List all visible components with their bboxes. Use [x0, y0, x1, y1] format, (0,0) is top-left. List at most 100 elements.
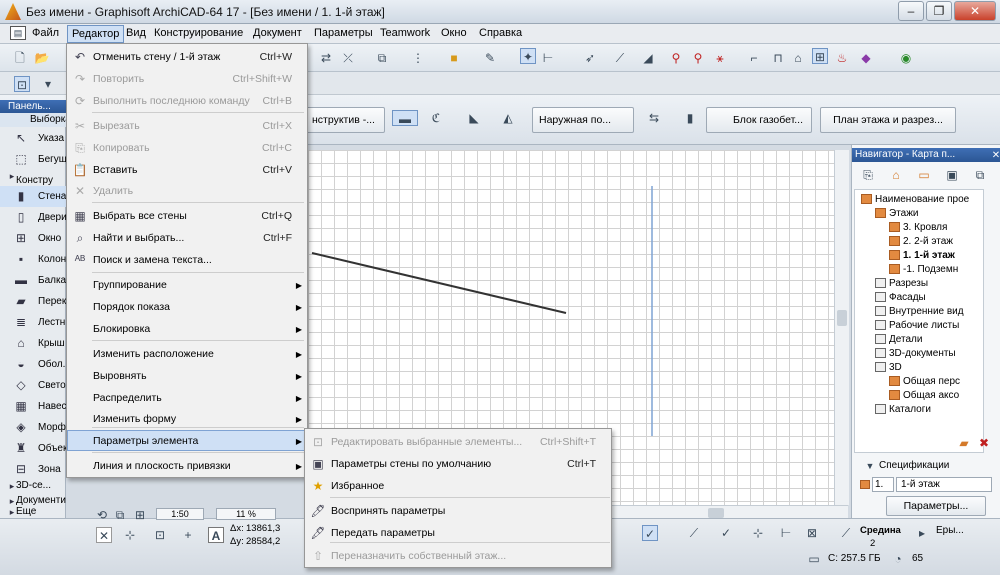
select-tab[interactable]: Выборка — [0, 113, 66, 127]
tool-door[interactable]: ▯ Двери — [0, 207, 66, 228]
guide-icon[interactable]: ⊡ — [152, 527, 168, 543]
edit-menu-item[interactable]: Распределить ▶ — [68, 388, 306, 409]
tree-item[interactable]: Разрезы — [875, 277, 928, 290]
menu-design[interactable]: Конструирование — [154, 27, 243, 39]
edit-menu-item[interactable]: Изменить расположение ▶ — [68, 344, 306, 365]
tree-item[interactable]: Внутренние вид — [875, 305, 964, 318]
tool-group[interactable]: ▸ Еще — [0, 506, 66, 518]
element-submenu-item[interactable]: 🖊 Воспринять параметры — [306, 501, 610, 522]
open-file-icon[interactable]: 📂 — [34, 50, 50, 66]
maximize-button[interactable]: ❐ — [926, 1, 952, 21]
tool-slab[interactable]: ▰ Перек — [0, 291, 66, 312]
nav-folder-icon[interactable]: ▭ — [916, 167, 932, 183]
tool-curtain-wall[interactable]: ▦ Навес — [0, 396, 66, 417]
spec-collapse-icon[interactable]: ▼ — [862, 458, 878, 474]
tool-marquee[interactable]: ⬚ Бегущ — [0, 149, 66, 170]
tree-item[interactable]: -1. Подземн — [889, 263, 958, 276]
nav-publisher-icon[interactable]: ⧉ — [972, 167, 988, 183]
close-button[interactable]: ✕ — [954, 1, 996, 21]
edit-menu-item[interactable]: ⎘ Копировать Ctrl+C — [68, 138, 306, 159]
material-selector[interactable]: Блок газобет... — [706, 107, 812, 133]
nav-fwd-icon[interactable]: ⧉ — [112, 507, 128, 523]
nav-project-icon[interactable]: ⌂ — [888, 167, 904, 183]
tool-morph[interactable]: ◈ Морф — [0, 417, 66, 438]
tool-shell[interactable]: ◒ Обол. — [0, 354, 66, 375]
story-name-field[interactable]: 1-й этаж — [896, 477, 992, 492]
new-folder-icon[interactable]: ▰ — [956, 435, 972, 451]
grid-snap-icon[interactable]: ⋮ — [410, 50, 426, 66]
tree-item[interactable]: Общая аксо — [889, 389, 959, 402]
tool-3d-mesh[interactable]: ▸ 3D-се... — [0, 480, 66, 492]
minimize-button[interactable]: – — [898, 1, 924, 21]
wall-geometry-icon[interactable]: ▬ — [392, 110, 418, 126]
edit-menu-item[interactable]: Параметры элемента ▶ — [67, 430, 307, 451]
cancel-icon[interactable]: ✕ — [96, 527, 112, 543]
teamwork-icon[interactable]: ◉ — [898, 50, 914, 66]
pencil-icon[interactable]: ✎ — [482, 50, 498, 66]
edit-menu-item[interactable]: ↶ Отменить стену / 1-й этаж Ctrl+W — [68, 47, 306, 68]
pin-icon[interactable]: ⚲ — [668, 50, 684, 66]
tree-item[interactable]: Детали — [875, 333, 922, 346]
abs-coord-icon[interactable]: A — [208, 527, 224, 543]
line-icon[interactable]: ⟋ — [612, 50, 628, 66]
edit-menu-item[interactable]: ⌕ Найти и выбрать... Ctrl+F — [68, 228, 306, 249]
floor-plan-icon[interactable]: ⊞ — [812, 48, 828, 64]
tool-zone[interactable]: ⊟ Зона — [0, 459, 66, 480]
navigator-close-icon[interactable]: ✕ — [988, 148, 1000, 164]
nav-layout-icon[interactable]: ▣ — [944, 167, 960, 183]
zoom-display[interactable]: 11 % — [216, 508, 276, 520]
wall-profile-icon[interactable]: ▮ — [682, 110, 698, 126]
trace-icon[interactable]: ⤫ — [340, 50, 356, 66]
element-submenu-item[interactable]: ▣ Параметры стены по умолчанию Ctrl+T — [306, 454, 610, 475]
edit-menu-item[interactable]: ⟳ Выполнить последнюю команду Ctrl+B — [68, 91, 306, 112]
tree-item[interactable]: 1. 1-й этаж — [889, 249, 955, 262]
tool-arrow[interactable]: ↖ Указа — [0, 128, 66, 149]
surface-swap-icon[interactable]: ⇆ — [646, 110, 662, 126]
layer-icon[interactable]: ⧉ — [374, 50, 390, 66]
edit-menu-item[interactable]: ✕ Удалить — [68, 181, 306, 202]
coord-plus-icon[interactable]: + — [180, 527, 196, 543]
menu-help[interactable]: Справка — [479, 27, 522, 39]
element-submenu-item[interactable]: ⊡ Редактировать выбранные элементы... Ctrl… — [306, 432, 610, 453]
tool-beam[interactable]: ▬ Балка — [0, 270, 66, 291]
snap-grid-icon[interactable]: ⊹ — [122, 527, 138, 543]
edit-menu-item[interactable]: Блокировка ▶ — [68, 319, 306, 340]
align-icon[interactable]: ⊓ — [770, 50, 786, 66]
offset-icon[interactable]: ⚹ — [712, 50, 728, 66]
edit-menu-item[interactable]: ᴬᴮ Поиск и замена текста... — [68, 250, 306, 271]
dimension-icon[interactable]: ⊢ — [540, 50, 556, 66]
ruler-icon[interactable]: ⟋ — [838, 525, 854, 541]
scale-display[interactable]: 1:50 — [156, 508, 204, 520]
edit-menu-item[interactable]: ↷ Повторить Ctrl+Shift+W — [68, 69, 306, 90]
tree-item[interactable]: 3D-документы — [875, 347, 956, 360]
tool-object[interactable]: ♜ Объек — [0, 438, 66, 459]
tool-roof[interactable]: ⌂ Крыш — [0, 333, 66, 354]
fill-icon[interactable]: ■ — [446, 50, 462, 66]
menu-edit[interactable]: Редактор — [67, 25, 125, 43]
view-mode-button[interactable]: План этажа и разрез... — [820, 107, 956, 133]
wall-slant-icon[interactable]: ◣ — [466, 110, 482, 126]
plus-snap-icon[interactable]: ⊹ — [750, 525, 766, 541]
tree-item[interactable]: Этажи — [875, 207, 919, 220]
element-submenu-item[interactable]: 🖋 Передать параметры — [306, 523, 610, 544]
tool-wall[interactable]: ▮ Стена — [0, 186, 66, 207]
tree-item[interactable]: Рабочие листы — [875, 319, 959, 332]
menu-view[interactable]: Вид — [126, 27, 146, 39]
element-submenu-item[interactable]: ★ Избранное — [306, 476, 610, 497]
3d-view-icon[interactable]: ◆ — [858, 50, 874, 66]
tree-item[interactable]: 2. 2-й этаж — [889, 235, 953, 248]
edit-menu-item[interactable]: ✂ Вырезать Ctrl+X — [68, 116, 306, 137]
menu-document[interactable]: Документ — [253, 27, 302, 39]
edit-menu-item[interactable]: Выровнять ▶ — [68, 366, 306, 387]
nav-map-icon[interactable]: ⎘ — [860, 167, 876, 183]
hscroll-thumb[interactable] — [708, 508, 724, 518]
menu-teamwork[interactable]: Teamwork — [380, 27, 430, 39]
new-file-icon[interactable]: 🗋 — [12, 50, 28, 66]
menu-file[interactable]: Файл — [32, 27, 59, 39]
delete-view-icon[interactable]: ✖ — [976, 435, 992, 451]
tool-column[interactable]: ▪ Колон — [0, 249, 66, 270]
info-box-dropdown-icon[interactable]: ▾ — [40, 76, 56, 92]
tool-window[interactable]: ⊞ Окно — [0, 228, 66, 249]
penset-arrow-icon[interactable]: ▸ — [914, 525, 930, 541]
zoom-fit-icon[interactable]: ⊞ — [132, 507, 148, 523]
